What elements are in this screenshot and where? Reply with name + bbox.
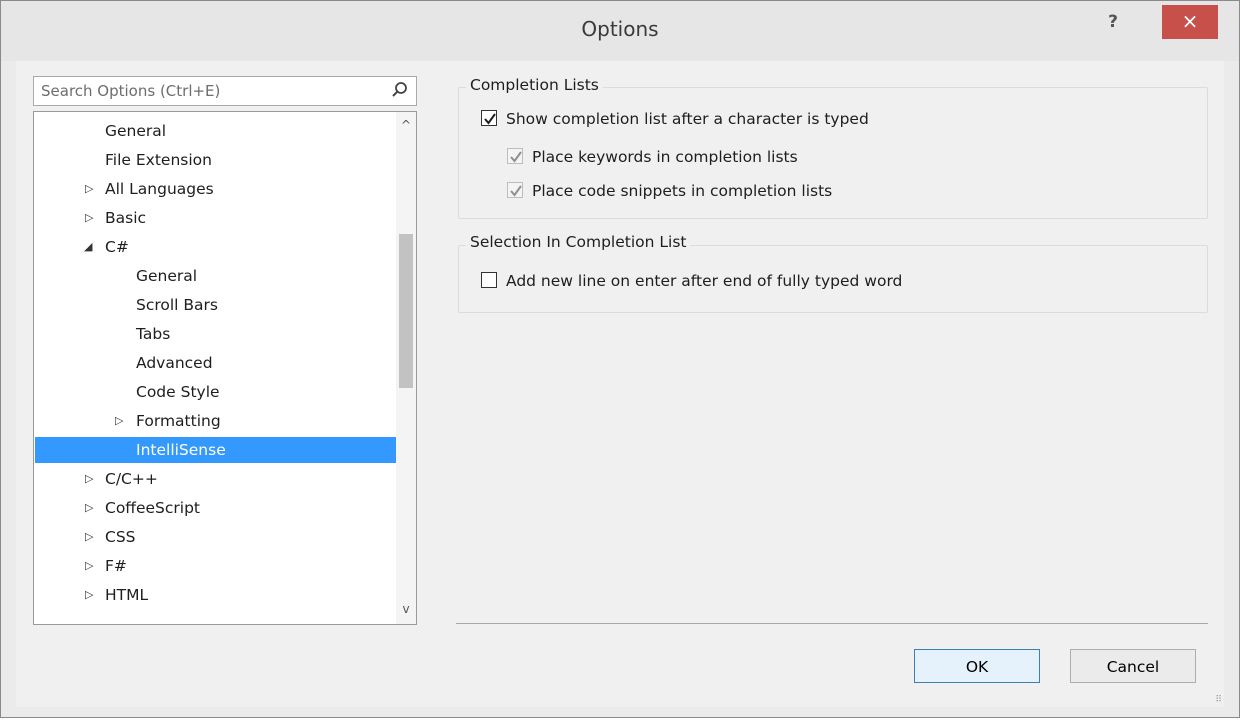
dialog-body: General File Extension ▷ All Languages ▷… [16,61,1224,707]
tree-item-label: Basic [105,209,147,227]
add-new-line-checkbox[interactable] [481,272,497,288]
help-button[interactable]: ? [1099,9,1127,35]
search-icon[interactable] [390,80,410,104]
tree-item-advanced[interactable]: Advanced [35,350,397,376]
expand-arrow-icon[interactable]: ▷ [115,408,123,434]
tree-item-formatting[interactable]: ▷ Formatting [35,408,397,434]
tree-item-label: Scroll Bars [136,296,218,314]
expand-arrow-icon[interactable]: ▷ [85,205,93,231]
place-keywords-label: Place keywords in completion lists [532,148,798,166]
selection-group-title: Selection In Completion List [466,233,691,251]
tree-item-coffeescript[interactable]: ▷ CoffeeScript [35,495,397,521]
tree-item-label: IntelliSense [136,441,226,459]
options-dialog: Options ? × General File Extension ▷ All [0,0,1240,718]
tree-item-label: Tabs [136,325,171,343]
tree-item-label: C/C++ [105,470,158,488]
tree-item-label: Formatting [136,412,221,430]
cancel-button[interactable]: Cancel [1070,649,1196,683]
expand-arrow-icon[interactable]: ▷ [85,466,93,492]
tree-item-label: Code Style [136,383,220,401]
tree-item-basic[interactable]: ▷ Basic [35,205,397,231]
expand-arrow-icon[interactable]: ▷ [85,582,93,608]
tree-item-label: CSS [105,528,136,546]
tree-item-label: General [105,122,167,140]
tree-item-label: CoffeeScript [105,499,201,517]
ok-button[interactable]: OK [914,649,1040,683]
button-divider [456,623,1208,624]
tree-item-csharp[interactable]: ◢ C# [35,234,397,260]
close-button[interactable]: × [1162,5,1218,39]
tree-item-html[interactable]: ▷ HTML [35,582,397,608]
tree-item-css[interactable]: ▷ CSS [35,524,397,550]
options-tree[interactable]: General File Extension ▷ All Languages ▷… [33,111,417,625]
tree-item-code-style[interactable]: Code Style [35,379,397,405]
collapse-arrow-icon[interactable]: ◢ [84,234,92,260]
tree-scrollbar[interactable]: ^ v [396,112,416,624]
tree-item-c-cpp[interactable]: ▷ C/C++ [35,466,397,492]
expand-arrow-icon[interactable]: ▷ [85,553,93,579]
scroll-down-icon[interactable]: v [396,602,416,616]
scroll-up-icon[interactable]: ^ [396,118,416,132]
title-bar: Options ? × [1,1,1239,61]
place-keywords-checkbox[interactable] [507,148,523,164]
add-new-line-label: Add new line on enter after end of fully… [506,272,903,290]
tree-item-label: General [136,267,198,285]
tree-item-csharp-general[interactable]: General [35,263,397,289]
dialog-title: Options [581,17,659,41]
tree-item-fsharp[interactable]: ▷ F# [35,553,397,579]
tree-item-general[interactable]: General [35,118,397,144]
search-input[interactable] [34,77,391,105]
expand-arrow-icon[interactable]: ▷ [85,176,93,202]
tree-item-label: HTML [105,586,149,604]
tree-item-scroll-bars[interactable]: Scroll Bars [35,292,397,318]
show-completion-label: Show completion list after a character i… [506,110,869,128]
tree-item-label: File Extension [105,151,212,169]
expand-arrow-icon[interactable]: ▷ [85,524,93,550]
tree-item-label: C# [105,238,129,256]
show-completion-checkbox[interactable] [481,110,497,126]
search-box [33,76,417,106]
tree-item-tabs[interactable]: Tabs [35,321,397,347]
expand-arrow-icon[interactable]: ▷ [85,495,93,521]
tree-item-label: Advanced [136,354,213,372]
tree-item-label: F# [105,557,127,575]
tree-item-file-extension[interactable]: File Extension [35,147,397,173]
completion-lists-title: Completion Lists [466,76,603,94]
tree-item-label: All Languages [105,180,214,198]
scroll-thumb[interactable] [399,234,413,388]
place-snippets-checkbox[interactable] [507,182,523,198]
tree-item-intellisense[interactable]: IntelliSense [35,437,397,463]
tree-item-all-languages[interactable]: ▷ All Languages [35,176,397,202]
place-snippets-label: Place code snippets in completion lists [532,182,833,200]
resize-grip-icon[interactable]: ⠿ [1215,695,1222,705]
